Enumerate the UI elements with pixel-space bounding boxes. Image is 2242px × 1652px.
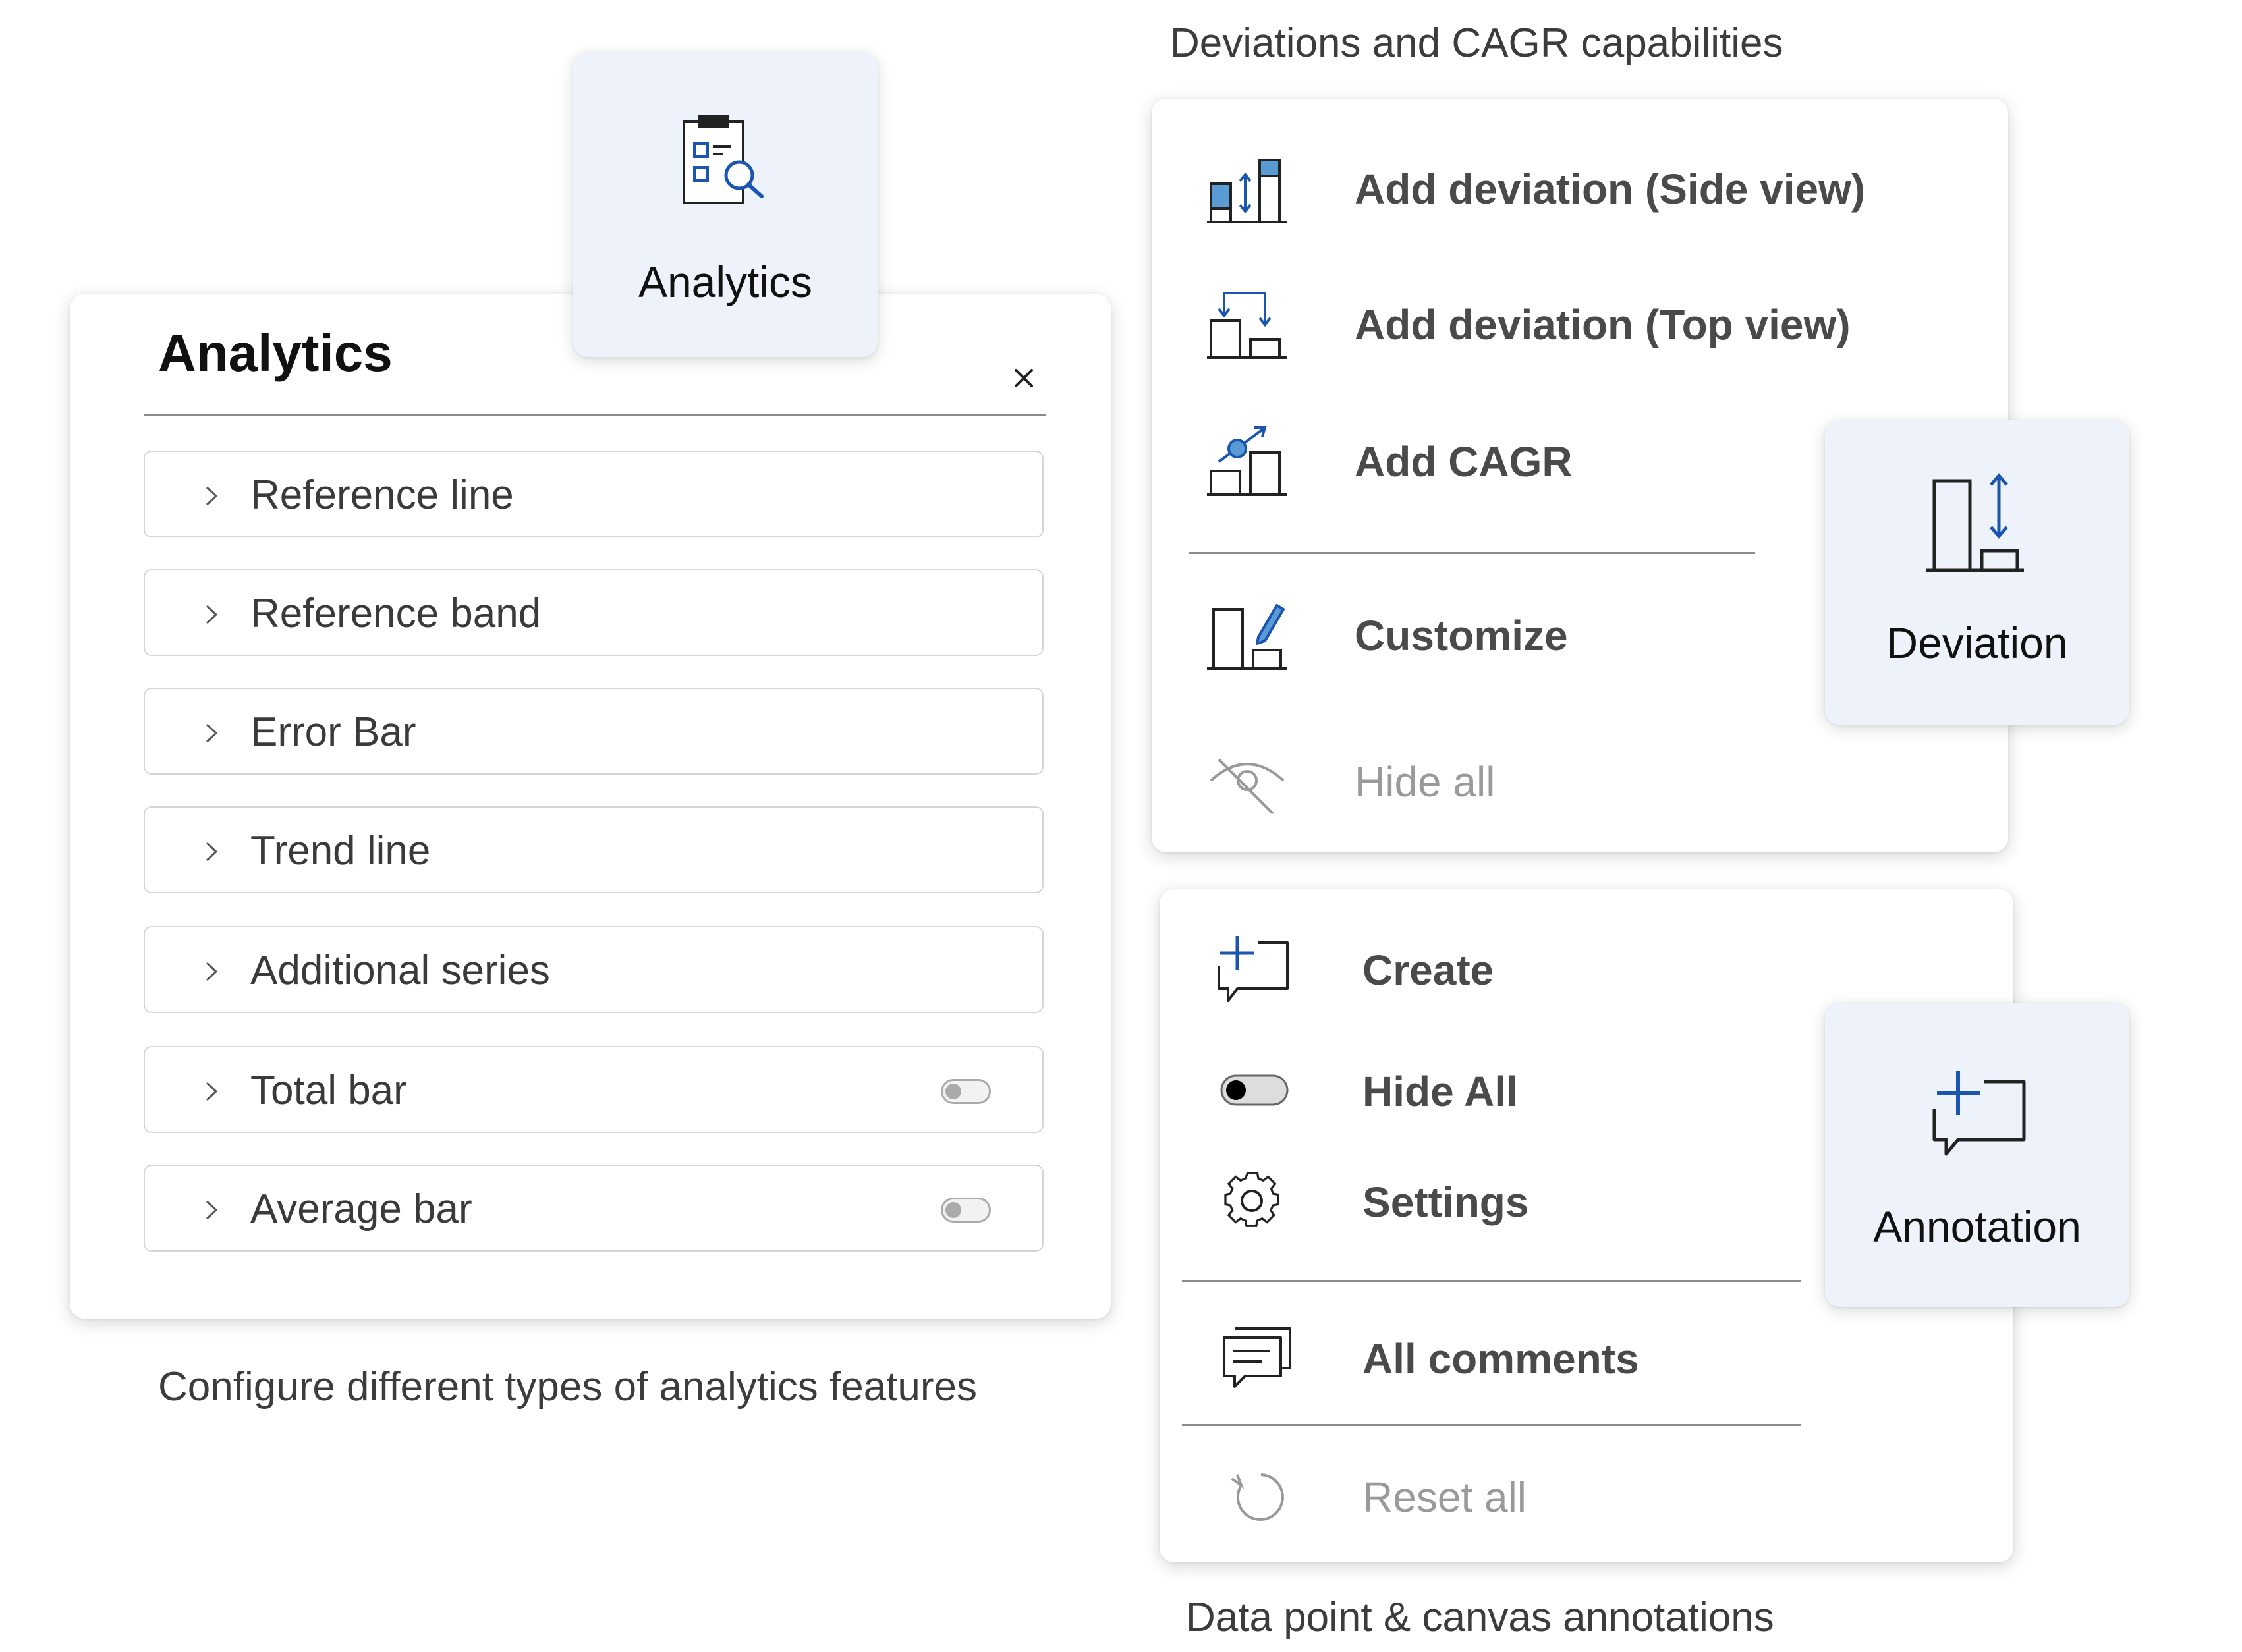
chevron-right-icon: [206, 842, 218, 862]
deviation-icon: [1926, 473, 2024, 572]
comments-icon: [1223, 1327, 1291, 1388]
reference-line-row[interactable]: Reference line: [144, 451, 1044, 537]
deviation-tile-label: Deviation: [1886, 619, 2068, 667]
menu-item-label: Add deviation (Top view): [1355, 301, 1851, 348]
panel-title: Analytics: [158, 323, 393, 382]
menu-item-label: Add CAGR: [1355, 438, 1573, 485]
row-label: Trend line: [250, 828, 431, 873]
row-label: Additional series: [250, 948, 550, 993]
deviation-tile[interactable]: Deviation: [1825, 420, 2129, 725]
menu-item-label: Create: [1362, 947, 1494, 994]
average-bar-toggle[interactable]: [941, 1198, 991, 1223]
chevron-right-icon: [206, 486, 218, 506]
row-label: Reference line: [250, 472, 514, 518]
add-comment-icon: [1932, 1071, 2026, 1156]
menu-item-hide-all[interactable]: Hide all: [1152, 731, 2008, 830]
average-bar-row[interactable]: Average bar: [144, 1165, 1044, 1252]
deviations-caption: Deviations and CAGR capabilities: [1170, 20, 1783, 66]
chevron-right-icon: [206, 1082, 218, 1101]
analytics-panel: Analytics Reference line Reference band …: [70, 294, 1111, 1319]
additional-series-row[interactable]: Additional series: [144, 926, 1044, 1013]
menu-divider: [1182, 1424, 1801, 1426]
title-divider: [144, 414, 1046, 416]
menu-item-label: Settings: [1362, 1178, 1529, 1226]
annotation-tile[interactable]: Annotation: [1825, 1003, 2129, 1307]
toggle-icon[interactable]: [1212, 1051, 1298, 1130]
row-label: Error Bar: [250, 709, 416, 755]
menu-divider: [1182, 1280, 1801, 1282]
close-icon[interactable]: [1005, 360, 1042, 397]
chevron-right-icon: [206, 1200, 218, 1220]
menu-item-label: Hide all: [1355, 758, 1496, 806]
row-label: Average bar: [250, 1186, 472, 1232]
menu-item-label: Customize: [1355, 612, 1568, 659]
reference-band-row[interactable]: Reference band: [144, 569, 1044, 656]
total-bar-row[interactable]: Total bar: [144, 1046, 1044, 1133]
chevron-right-icon: [206, 605, 218, 624]
analytics-tile-label: Analytics: [638, 258, 813, 306]
trend-line-row[interactable]: Trend line: [144, 806, 1044, 893]
chevron-right-icon: [206, 962, 218, 981]
clipboard-search-icon: [683, 115, 764, 204]
menu-divider: [1189, 552, 1755, 554]
eye-off-icon: [1210, 758, 1285, 815]
gear-icon: [1224, 1172, 1279, 1227]
menu-item-add-deviation-top[interactable]: Add deviation (Top view): [1152, 274, 2008, 373]
add-comment-icon: [1218, 936, 1289, 1002]
menu-item-label: Add deviation (Side view): [1355, 165, 1866, 213]
annotations-caption: Data point & canvas annotations: [1186, 1595, 1774, 1640]
menu-item-add-deviation-side[interactable]: Add deviation (Side view): [1152, 138, 2008, 237]
reset-icon: [1231, 1473, 1284, 1521]
menu-item-label: Hide All: [1362, 1068, 1518, 1115]
deviation-top-view-icon: [1207, 292, 1287, 359]
row-label: Reference band: [250, 591, 542, 636]
deviation-side-view-icon: [1207, 159, 1287, 223]
error-bar-row[interactable]: Error Bar: [144, 688, 1044, 775]
analytics-tile[interactable]: Analytics: [573, 53, 878, 357]
menu-item-label: Reset all: [1362, 1473, 1527, 1521]
chevron-right-icon: [206, 723, 218, 743]
total-bar-toggle[interactable]: [941, 1079, 991, 1104]
customize-chart-icon: [1207, 604, 1287, 670]
analytics-caption: Configure different types of analytics f…: [158, 1364, 977, 1410]
menu-item-label: All comments: [1362, 1335, 1639, 1383]
annotation-tile-label: Annotation: [1873, 1202, 2081, 1251]
cagr-icon: [1207, 426, 1287, 496]
menu-item-all-comments[interactable]: All comments: [1160, 1308, 2013, 1407]
menu-item-reset-all[interactable]: Reset all: [1160, 1446, 2013, 1545]
row-label: Total bar: [250, 1068, 407, 1113]
